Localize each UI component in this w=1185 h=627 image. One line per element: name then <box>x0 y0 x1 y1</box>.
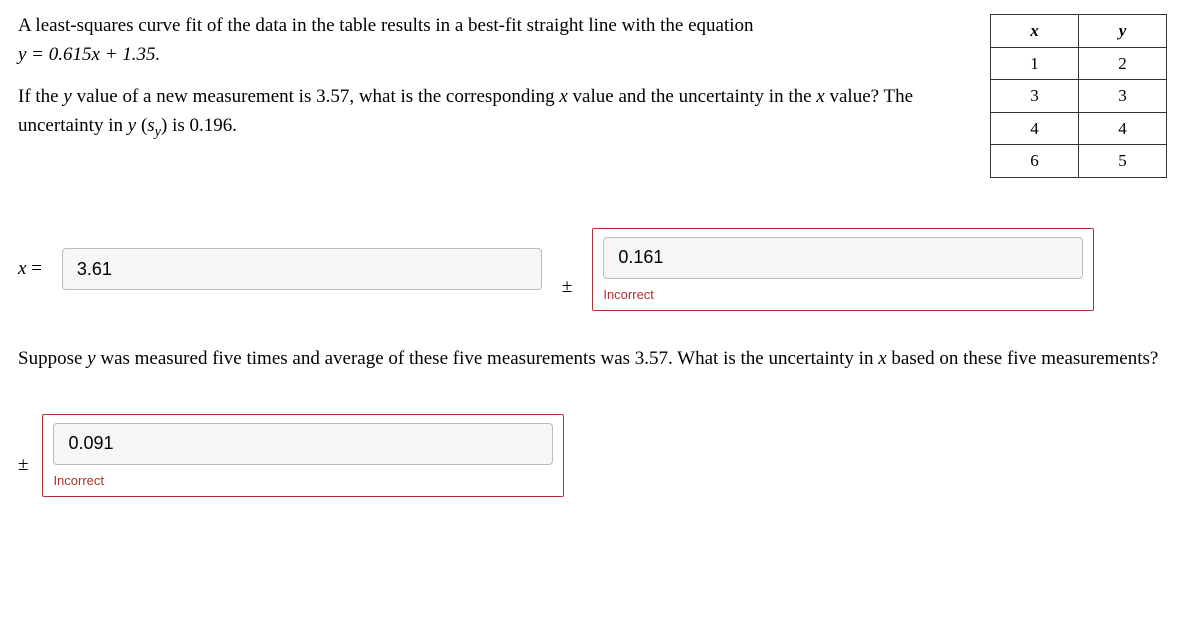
x-value-block: 3.61 <box>62 248 542 290</box>
x-uncertainty-block: 0.161 Incorrect <box>592 228 1094 312</box>
x-uncertainty-five-input[interactable]: 0.091 <box>53 423 553 465</box>
problem-statement: A least-squares curve fit of the data in… <box>18 12 966 157</box>
table-row: 12 <box>991 47 1167 80</box>
table-head-x: x <box>991 15 1079 48</box>
best-fit-equation: y = 0.615x + 1.35. <box>18 44 160 65</box>
table-row: 33 <box>991 80 1167 113</box>
table-row: 44 <box>991 112 1167 145</box>
table-row: 65 <box>991 145 1167 178</box>
table-head-y: y <box>1079 15 1167 48</box>
x-uncertainty-five-block: 0.091 Incorrect <box>42 414 564 498</box>
data-table: x y 12 33 44 65 <box>990 14 1167 178</box>
x-uncertainty-input[interactable]: 0.161 <box>603 237 1083 279</box>
x-equals-label: x = <box>18 255 42 284</box>
plus-minus-symbol: ± <box>18 451 28 498</box>
problem-part2: Suppose y was measured five times and av… <box>18 345 1167 374</box>
incorrect-label: Incorrect <box>53 471 553 491</box>
problem-line1: A least-squares curve fit of the data in… <box>18 15 754 36</box>
x-value-input[interactable]: 3.61 <box>62 248 542 290</box>
incorrect-label: Incorrect <box>603 285 1083 305</box>
plus-minus-symbol: ± <box>562 273 572 312</box>
